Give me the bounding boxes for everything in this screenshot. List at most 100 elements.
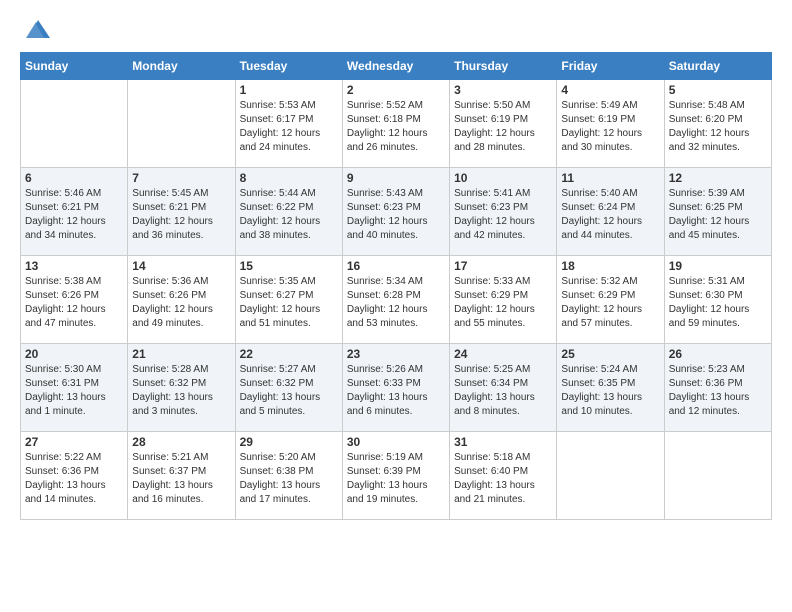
day-info: Sunrise: 5:32 AM Sunset: 6:29 PM Dayligh… [561, 275, 659, 331]
day-info: Sunrise: 5:34 AM Sunset: 6:28 PM Dayligh… [347, 275, 445, 331]
calendar-day-header: Friday [557, 53, 664, 80]
day-info: Sunrise: 5:24 AM Sunset: 6:35 PM Dayligh… [561, 363, 659, 419]
day-info: Sunrise: 5:36 AM Sunset: 6:26 PM Dayligh… [132, 275, 230, 331]
day-info: Sunrise: 5:38 AM Sunset: 6:26 PM Dayligh… [25, 275, 123, 331]
day-info: Sunrise: 5:22 AM Sunset: 6:36 PM Dayligh… [25, 451, 123, 507]
day-number: 16 [347, 259, 445, 273]
day-number: 20 [25, 347, 123, 361]
day-info: Sunrise: 5:46 AM Sunset: 6:21 PM Dayligh… [25, 187, 123, 243]
day-info: Sunrise: 5:49 AM Sunset: 6:19 PM Dayligh… [561, 99, 659, 155]
calendar-cell: 15 Sunrise: 5:35 AM Sunset: 6:27 PM Dayli… [235, 256, 342, 344]
day-info: Sunrise: 5:53 AM Sunset: 6:17 PM Dayligh… [240, 99, 338, 155]
calendar-cell: 2 Sunrise: 5:52 AM Sunset: 6:18 PM Daylig… [342, 80, 449, 168]
calendar-header-row: SundayMondayTuesdayWednesdayThursdayFrid… [21, 53, 772, 80]
day-info: Sunrise: 5:28 AM Sunset: 6:32 PM Dayligh… [132, 363, 230, 419]
day-number: 29 [240, 435, 338, 449]
calendar-day-header: Monday [128, 53, 235, 80]
day-number: 27 [25, 435, 123, 449]
day-info: Sunrise: 5:39 AM Sunset: 6:25 PM Dayligh… [669, 187, 767, 243]
calendar-cell: 3 Sunrise: 5:50 AM Sunset: 6:19 PM Daylig… [450, 80, 557, 168]
calendar-cell: 1 Sunrise: 5:53 AM Sunset: 6:17 PM Daylig… [235, 80, 342, 168]
calendar-cell: 14 Sunrise: 5:36 AM Sunset: 6:26 PM Dayli… [128, 256, 235, 344]
calendar-cell: 10 Sunrise: 5:41 AM Sunset: 6:23 PM Dayli… [450, 168, 557, 256]
calendar-cell: 16 Sunrise: 5:34 AM Sunset: 6:28 PM Dayli… [342, 256, 449, 344]
calendar-cell: 25 Sunrise: 5:24 AM Sunset: 6:35 PM Dayli… [557, 344, 664, 432]
day-number: 23 [347, 347, 445, 361]
day-info: Sunrise: 5:20 AM Sunset: 6:38 PM Dayligh… [240, 451, 338, 507]
day-info: Sunrise: 5:30 AM Sunset: 6:31 PM Dayligh… [25, 363, 123, 419]
day-info: Sunrise: 5:25 AM Sunset: 6:34 PM Dayligh… [454, 363, 552, 419]
day-number: 26 [669, 347, 767, 361]
calendar-cell: 6 Sunrise: 5:46 AM Sunset: 6:21 PM Daylig… [21, 168, 128, 256]
day-info: Sunrise: 5:41 AM Sunset: 6:23 PM Dayligh… [454, 187, 552, 243]
day-info: Sunrise: 5:52 AM Sunset: 6:18 PM Dayligh… [347, 99, 445, 155]
calendar-cell [128, 80, 235, 168]
day-number: 2 [347, 83, 445, 97]
calendar-cell: 28Sunrise: 5:21 AM Sunset: 6:37 PM Dayli… [128, 432, 235, 520]
calendar-cell: 7Sunrise: 5:45 AM Sunset: 6:21 PM Daylig… [128, 168, 235, 256]
logo-icon [22, 16, 50, 44]
calendar-cell: 23 Sunrise: 5:26 AM Sunset: 6:33 PM Dayli… [342, 344, 449, 432]
day-number: 11 [561, 171, 659, 185]
calendar-table: SundayMondayTuesdayWednesdayThursdayFrid… [20, 52, 772, 520]
page-header [20, 16, 772, 44]
calendar-cell: 9Sunrise: 5:43 AM Sunset: 6:23 PM Daylig… [342, 168, 449, 256]
calendar-week-row: 6 Sunrise: 5:46 AM Sunset: 6:21 PM Daylig… [21, 168, 772, 256]
calendar-cell: 30Sunrise: 5:19 AM Sunset: 6:39 PM Dayli… [342, 432, 449, 520]
day-info: Sunrise: 5:44 AM Sunset: 6:22 PM Dayligh… [240, 187, 338, 243]
day-number: 19 [669, 259, 767, 273]
calendar-cell: 5Sunrise: 5:48 AM Sunset: 6:20 PM Daylig… [664, 80, 771, 168]
calendar-cell: 13 Sunrise: 5:38 AM Sunset: 6:26 PM Dayli… [21, 256, 128, 344]
day-number: 17 [454, 259, 552, 273]
day-info: Sunrise: 5:50 AM Sunset: 6:19 PM Dayligh… [454, 99, 552, 155]
calendar-cell: 19 Sunrise: 5:31 AM Sunset: 6:30 PM Dayli… [664, 256, 771, 344]
day-number: 10 [454, 171, 552, 185]
calendar-cell: 31 Sunrise: 5:18 AM Sunset: 6:40 PM Dayli… [450, 432, 557, 520]
day-info: Sunrise: 5:40 AM Sunset: 6:24 PM Dayligh… [561, 187, 659, 243]
day-info: Sunrise: 5:26 AM Sunset: 6:33 PM Dayligh… [347, 363, 445, 419]
calendar-cell: 29 Sunrise: 5:20 AM Sunset: 6:38 PM Dayli… [235, 432, 342, 520]
calendar-cell: 11 Sunrise: 5:40 AM Sunset: 6:24 PM Dayli… [557, 168, 664, 256]
calendar-cell: 8 Sunrise: 5:44 AM Sunset: 6:22 PM Daylig… [235, 168, 342, 256]
day-info: Sunrise: 5:19 AM Sunset: 6:39 PM Dayligh… [347, 451, 445, 507]
day-number: 3 [454, 83, 552, 97]
day-number: 8 [240, 171, 338, 185]
day-number: 18 [561, 259, 659, 273]
calendar-week-row: 13 Sunrise: 5:38 AM Sunset: 6:26 PM Dayli… [21, 256, 772, 344]
calendar-cell: 18 Sunrise: 5:32 AM Sunset: 6:29 PM Dayli… [557, 256, 664, 344]
calendar-cell: 20 Sunrise: 5:30 AM Sunset: 6:31 PM Dayli… [21, 344, 128, 432]
day-info: Sunrise: 5:27 AM Sunset: 6:32 PM Dayligh… [240, 363, 338, 419]
day-info: Sunrise: 5:33 AM Sunset: 6:29 PM Dayligh… [454, 275, 552, 331]
day-info: Sunrise: 5:31 AM Sunset: 6:30 PM Dayligh… [669, 275, 767, 331]
calendar-day-header: Sunday [21, 53, 128, 80]
day-number: 4 [561, 83, 659, 97]
day-number: 1 [240, 83, 338, 97]
day-number: 7 [132, 171, 230, 185]
calendar-week-row: 27 Sunrise: 5:22 AM Sunset: 6:36 PM Dayli… [21, 432, 772, 520]
calendar-cell: 27 Sunrise: 5:22 AM Sunset: 6:36 PM Dayli… [21, 432, 128, 520]
day-info: Sunrise: 5:21 AM Sunset: 6:37 PM Dayligh… [132, 451, 230, 507]
calendar-week-row: 20 Sunrise: 5:30 AM Sunset: 6:31 PM Dayli… [21, 344, 772, 432]
calendar-cell [557, 432, 664, 520]
calendar-week-row: 1 Sunrise: 5:53 AM Sunset: 6:17 PM Daylig… [21, 80, 772, 168]
day-number: 24 [454, 347, 552, 361]
day-number: 14 [132, 259, 230, 273]
calendar-cell: 12 Sunrise: 5:39 AM Sunset: 6:25 PM Dayli… [664, 168, 771, 256]
day-number: 12 [669, 171, 767, 185]
calendar-cell [664, 432, 771, 520]
day-number: 31 [454, 435, 552, 449]
calendar-cell: 22 Sunrise: 5:27 AM Sunset: 6:32 PM Dayli… [235, 344, 342, 432]
day-number: 13 [25, 259, 123, 273]
calendar-cell: 26Sunrise: 5:23 AM Sunset: 6:36 PM Dayli… [664, 344, 771, 432]
logo [20, 16, 50, 44]
day-info: Sunrise: 5:48 AM Sunset: 6:20 PM Dayligh… [669, 99, 767, 155]
calendar-cell: 24 Sunrise: 5:25 AM Sunset: 6:34 PM Dayli… [450, 344, 557, 432]
day-number: 9 [347, 171, 445, 185]
day-number: 21 [132, 347, 230, 361]
day-info: Sunrise: 5:35 AM Sunset: 6:27 PM Dayligh… [240, 275, 338, 331]
day-number: 15 [240, 259, 338, 273]
day-number: 22 [240, 347, 338, 361]
day-number: 6 [25, 171, 123, 185]
day-number: 25 [561, 347, 659, 361]
day-info: Sunrise: 5:18 AM Sunset: 6:40 PM Dayligh… [454, 451, 552, 507]
